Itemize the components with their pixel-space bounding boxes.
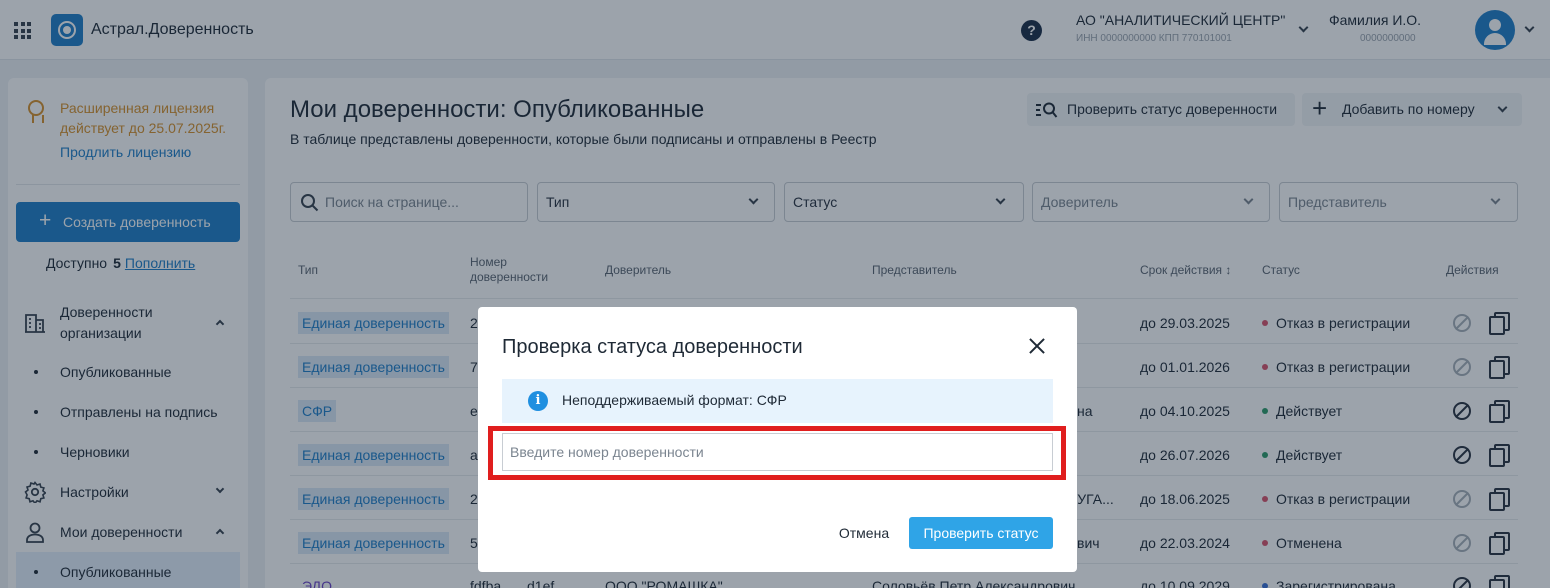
- proxy-number-input[interactable]: [502, 433, 1053, 471]
- check-status-submit-button[interactable]: Проверить статус: [909, 517, 1053, 549]
- info-banner: i Неподдерживаемый формат: СФР: [502, 379, 1053, 423]
- info-text: Неподдерживаемый формат: СФР: [562, 392, 787, 408]
- cancel-button[interactable]: Отмена: [838, 517, 890, 549]
- check-status-dialog: Проверка статуса доверенности i Неподдер…: [478, 307, 1077, 572]
- close-icon[interactable]: [1026, 335, 1048, 357]
- info-icon: i: [528, 391, 548, 411]
- dialog-title: Проверка статуса доверенности: [502, 336, 803, 358]
